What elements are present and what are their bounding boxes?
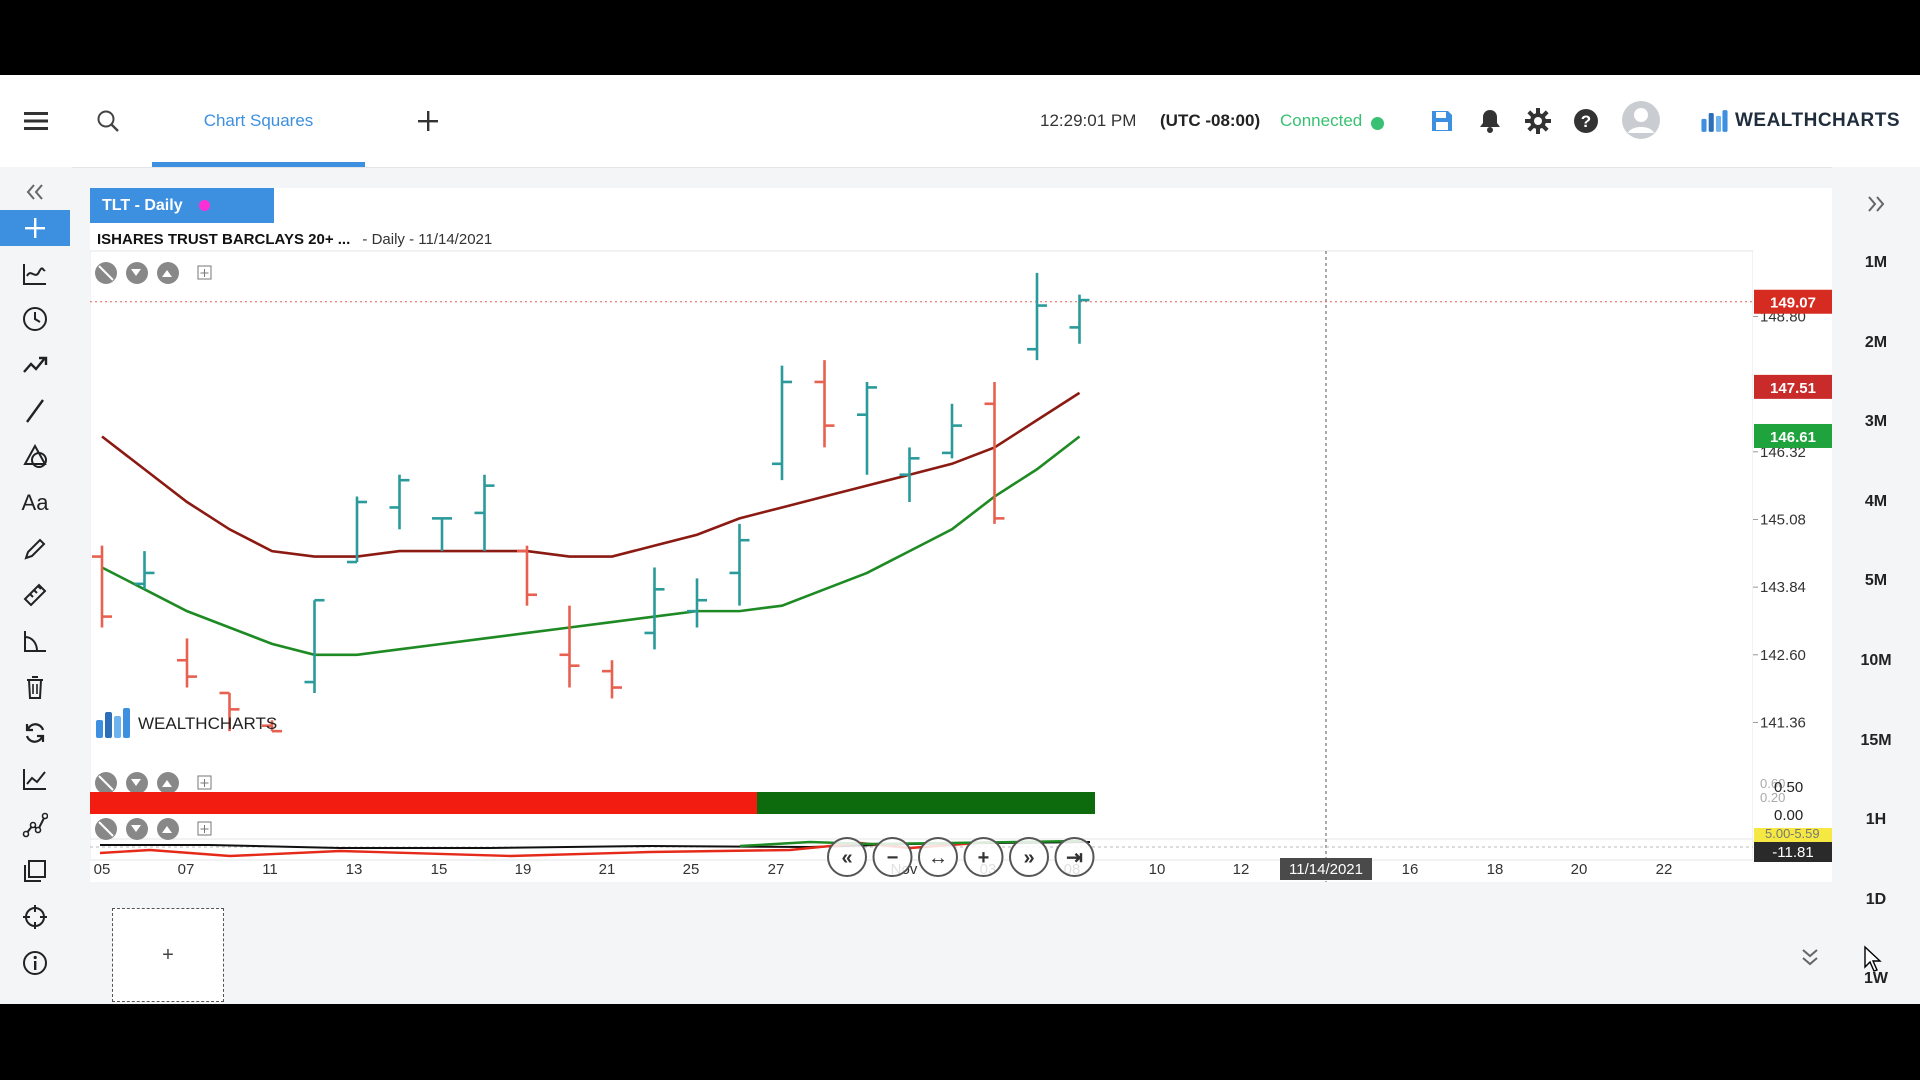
scroll-left-button-icon: « [841,847,852,869]
brand-name: WEALTHCHARTS [1734,110,1900,131]
timeframe-3m[interactable]: 3M [1832,413,1920,431]
node-icon[interactable] [0,807,70,843]
ma-line-1 [101,391,1081,558]
x-tick-label: 22 [1656,861,1673,878]
tab-label: Chart Squares [203,111,314,130]
gear-icon[interactable] [1520,103,1556,139]
crosshair-date-label: 11/14/2021 [1289,861,1363,878]
bell-icon[interactable] [1472,103,1508,139]
timeframe-1h[interactable]: 1H [1832,811,1920,829]
x-tick-label: 21 [599,861,616,878]
watermark-logo-bar [114,716,121,738]
timezone-text: (UTC -08:00) [1160,111,1261,130]
trend-icon[interactable] [0,347,70,383]
target-icon[interactable] [0,899,70,935]
x-tick-label: 18 [1487,861,1504,878]
watermark-text: WEALTHCHARTS [138,714,277,733]
svg-text:?: ? [1581,112,1591,131]
lower1-tick: 0.20 [1760,790,1785,805]
x-tick-label: 07 [178,861,195,878]
shapes-icon[interactable] [0,439,70,475]
double-chevron-left-icon[interactable] [0,174,70,210]
signal-bar-red [90,792,757,814]
x-tick-label: 13 [346,861,363,878]
app-window: Chart Squares 12:29:01 PM (UTC -08:00) C… [0,75,1920,1004]
connection-status: Connected [1280,111,1363,130]
timeframe-5m[interactable]: 5M [1832,572,1920,590]
timeframe-4m[interactable]: 4M [1832,493,1920,511]
pencil-icon[interactable] [0,531,70,567]
timeframe-1m[interactable]: 1M [1832,254,1920,272]
save-icon[interactable] [1424,103,1460,139]
x-tick-label: 11 [262,861,278,878]
go-latest-button-icon: ⇥ [1066,847,1083,869]
x-tick-label: 20 [1571,861,1588,878]
x-tick-label: 12 [1233,861,1250,878]
zoom-in-button-icon: + [978,847,990,869]
top-bar: Chart Squares 12:29:01 PM (UTC -08:00) C… [0,75,1920,168]
chart-canvas[interactable]: 148.80146.32145.08143.84142.60141.36149.… [90,188,1832,882]
search-icon[interactable] [90,103,126,139]
line-tool-icon[interactable] [0,393,70,429]
help-icon[interactable]: ? [1568,103,1604,139]
chart-line-icon[interactable] [0,761,70,797]
x-tick-label: 05 [94,861,111,878]
info-icon[interactable] [0,945,70,981]
x-tick-label: 15 [431,861,448,878]
price-tag-label: 146.61 [1770,429,1816,446]
timeframe-1d[interactable]: 1D [1832,891,1920,909]
clock-text: 12:29:01 PM [1040,111,1137,130]
lower2-tag-label: -11.81 [1772,844,1813,861]
crosshair-plus-icon[interactable] [0,210,70,246]
x-tick-label: 19 [515,861,532,878]
signal-bar-green [757,792,1095,814]
indicator-icon[interactable] [0,256,70,292]
status-dot-icon [1371,117,1384,130]
chart-panel: TLT - Daily ISHARES TRUST BARCLAYS 20+ .… [90,188,1832,882]
layers-icon[interactable] [0,853,70,889]
clock-icon[interactable] [0,301,70,337]
price-tag-label: 147.51 [1770,380,1816,397]
brand-logo: WEALTHCHARTS [1700,103,1900,139]
y-tick-label: 143.84 [1760,579,1806,596]
watermark-logo-bar [105,712,112,738]
fit-button-icon: ↔ [928,847,948,869]
watermark-logo-bar [96,720,103,738]
angle-icon[interactable] [0,623,70,659]
ruler-icon[interactable] [0,577,70,613]
y-tick-label: 145.08 [1760,511,1806,528]
timeframe-1w[interactable]: 1W [1832,970,1920,988]
tab-chart-squares[interactable]: Chart Squares [152,75,365,167]
menu-icon[interactable] [18,103,54,139]
y-tick-label: 142.60 [1760,647,1806,664]
lower2-tick: -5.59 [1790,826,1820,841]
double-chevron-right-icon[interactable] [1866,195,1886,218]
double-chevron-down-icon[interactable] [1800,947,1820,972]
x-tick-label: 10 [1149,861,1166,878]
scroll-right-button-icon: » [1023,847,1034,869]
x-tick-label: 16 [1402,861,1419,878]
watermark-logo-bar [123,708,130,738]
timeframe-15m[interactable]: 15M [1832,732,1920,750]
trash-icon[interactable] [0,669,70,705]
add-chart-button[interactable]: + [112,908,224,1002]
plus-icon [418,111,438,131]
price-tag-label: 149.07 [1770,295,1816,312]
x-tick-label: 27 [768,861,785,878]
user-avatar-icon[interactable] [1620,99,1662,141]
timeframe-2m[interactable]: 2M [1832,334,1920,352]
brand-logo-icon [1701,110,1728,132]
timeframe-10m[interactable]: 10M [1832,652,1920,670]
lower1-tick: 0.00 [1774,807,1803,824]
y-tick-label: 141.36 [1760,714,1806,731]
left-toolbar: Aa [0,167,72,1004]
lower2-tick: 5.00 [1765,826,1790,841]
zoom-out-button-icon: − [887,847,899,869]
add-tab-button[interactable] [410,103,446,139]
price-axis-bg [1753,251,1832,860]
text-tool-icon[interactable]: Aa [0,485,70,521]
x-tick-label: 25 [683,861,700,878]
refresh-icon[interactable] [0,715,70,751]
